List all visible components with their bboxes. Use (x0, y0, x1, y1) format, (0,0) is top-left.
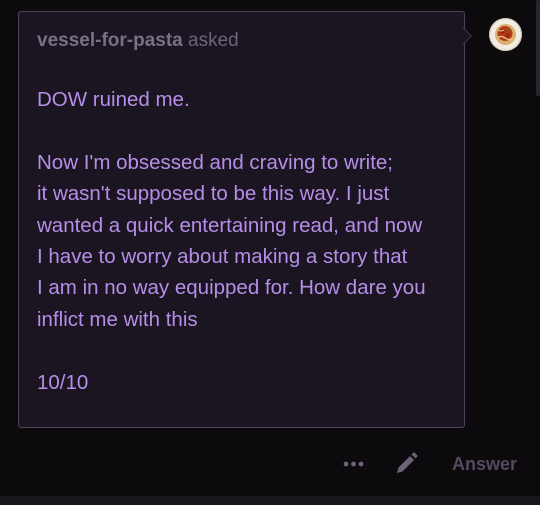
question-line: I have to worry about making a story tha… (37, 245, 408, 269)
question-line: it wasn't supposed to be this way. I jus… (37, 182, 390, 206)
ask-header: vessel-for-pasta asked (37, 29, 239, 53)
question-line: I am in no way equipped for. How dare yo… (37, 276, 426, 300)
asker-name[interactable]: vessel-for-pasta (37, 30, 183, 51)
question-line: Now I'm obsessed and craving to write; (37, 150, 393, 174)
pasta-plate-icon (490, 19, 521, 50)
question-line: wanted a quick entertaining read, and no… (37, 213, 423, 237)
scrollbar[interactable] (536, 0, 540, 96)
ask-actions: Answer (0, 448, 540, 482)
answer-button[interactable]: Answer (452, 453, 517, 475)
question-line: DOW ruined me. (37, 88, 190, 111)
speech-bubble-arrow-fill (463, 28, 471, 44)
question-line: inflict me with this (37, 307, 198, 331)
edit-button[interactable] (393, 451, 419, 477)
ask-card: vessel-for-pasta asked DOW ruined me. No… (18, 11, 465, 428)
more-options-button[interactable] (340, 454, 368, 474)
more-horizontal-icon (343, 461, 364, 467)
asker-avatar[interactable] (489, 18, 522, 51)
asked-label: asked (188, 30, 239, 51)
question-rating: 10/10 (37, 370, 89, 394)
next-post-edge (0, 496, 540, 505)
pencil-icon (397, 452, 418, 473)
question-body: DOW ruined me. Now I'm obsessed and crav… (37, 84, 452, 398)
